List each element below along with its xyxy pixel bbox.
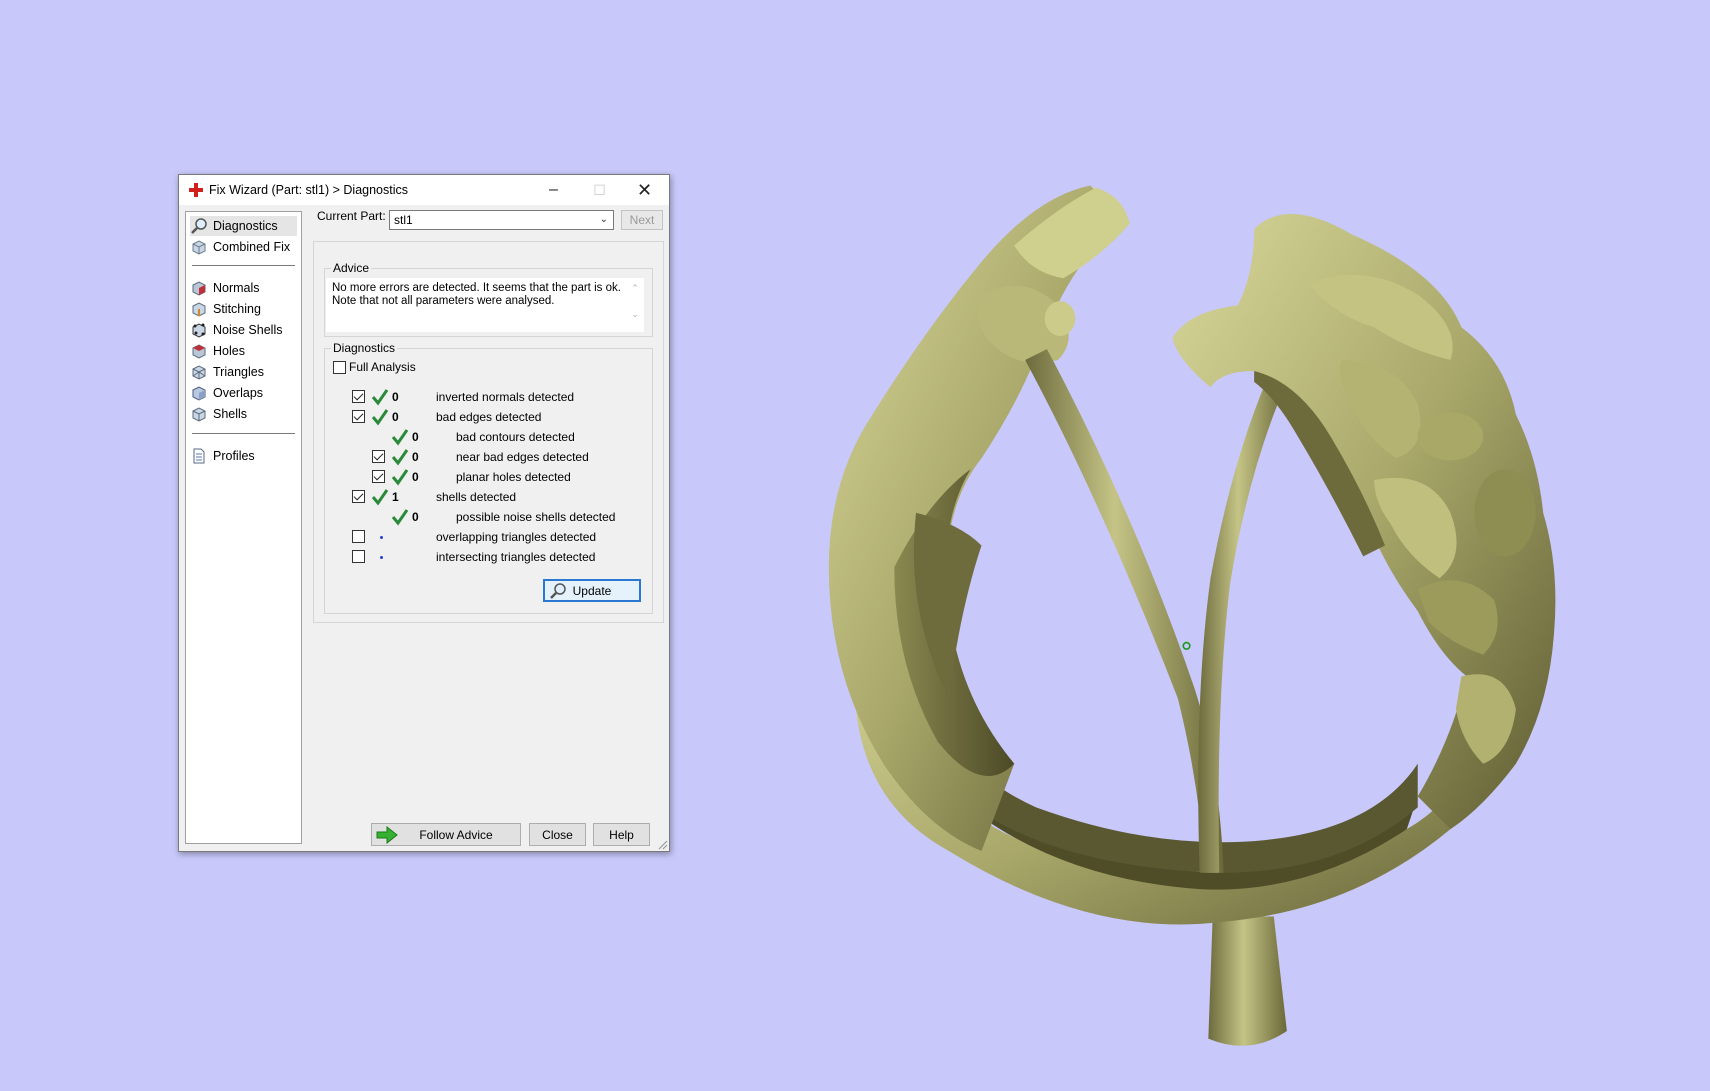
current-part-value: stl1	[394, 213, 413, 227]
check-mark-icon	[391, 509, 409, 526]
intersecting-triangles-checkbox[interactable]	[352, 550, 365, 563]
shells-cube-icon	[192, 407, 206, 422]
overlapping-triangles-label: overlapping triangles detected	[436, 530, 597, 544]
pending-dot-icon	[380, 556, 383, 559]
bad-edges-checkbox[interactable]	[352, 410, 365, 423]
advice-line-1: No more errors are detected. It seems th…	[332, 282, 621, 294]
red-cross-icon	[189, 183, 203, 197]
sidebar-item-label: Noise Shells	[213, 323, 283, 337]
sidebar-item-noise-shells[interactable]: Noise Shells	[190, 320, 282, 340]
near-bad-edges-label: near bad edges detected	[456, 450, 589, 464]
sidebar-item-triangles[interactable]: Triangles	[190, 362, 264, 382]
bad-contours-label: bad contours detected	[456, 430, 575, 444]
close-window-button[interactable]: ✕	[622, 175, 667, 205]
sidebar-item-label: Shells	[213, 407, 248, 421]
noise-shells-count: 0	[412, 510, 419, 524]
chevron-down-icon: ⌄	[599, 214, 608, 225]
check-mark-icon	[391, 449, 409, 466]
sidebar-separator	[192, 265, 295, 266]
shells-label: shells detected	[436, 490, 517, 504]
next-button[interactable]: Next	[621, 210, 663, 230]
sidebar-item-stitching[interactable]: Stitching	[190, 299, 261, 319]
check-mark-icon	[371, 409, 389, 426]
sidebar-item-diagnostics[interactable]: Diagnostics	[190, 216, 297, 236]
stitching-cube-icon	[192, 302, 206, 317]
current-part-label: Current Part:	[317, 209, 386, 223]
pending-dot-icon	[380, 536, 383, 539]
update-button[interactable]: Update	[543, 579, 641, 602]
check-mark-icon	[391, 429, 409, 446]
normals-cube-icon	[192, 281, 206, 296]
diagnostics-title: Diagnostics	[331, 341, 398, 355]
bad-edges-label: bad edges detected	[436, 410, 542, 424]
advice-text-box[interactable]: No more errors are detected. It seems th…	[326, 278, 644, 332]
sidebar-item-profiles[interactable]: Profiles	[190, 446, 255, 466]
wizard-sidebar: Diagnostics Combined Fix Normals Stitchi…	[185, 211, 302, 844]
minimize-button[interactable]: –	[531, 175, 576, 205]
sidebar-item-overlaps[interactable]: Overlaps	[190, 383, 263, 403]
bad-edges-count: 0	[392, 410, 399, 424]
advice-line-2: Note that not all parameters were analys…	[332, 295, 555, 307]
near-bad-edges-checkbox[interactable]	[372, 450, 385, 463]
maximize-button[interactable]: ☐	[577, 175, 622, 205]
full-analysis-checkbox[interactable]	[333, 361, 346, 374]
intersecting-triangles-label: intersecting triangles detected	[436, 550, 596, 564]
sidebar-item-combined-fix[interactable]: Combined Fix	[190, 237, 290, 257]
sidebar-item-label: Stitching	[213, 302, 261, 316]
planar-holes-label: planar holes detected	[456, 470, 571, 484]
advice-title: Advice	[331, 261, 372, 275]
inverted-normals-count: 0	[392, 390, 399, 404]
document-icon	[193, 448, 205, 464]
shells-checkbox[interactable]	[352, 490, 365, 503]
sidebar-item-label: Triangles	[213, 365, 264, 379]
check-mark-icon	[391, 469, 409, 486]
holes-cube-icon	[192, 344, 206, 359]
close-button[interactable]: Close	[529, 823, 586, 846]
update-label: Update	[572, 583, 612, 598]
sidebar-item-shells[interactable]: Shells	[190, 404, 247, 424]
follow-advice-label: Follow Advice	[419, 827, 493, 842]
advice-scrollbar[interactable]: ⌃ ⌄	[629, 282, 641, 328]
title-bar[interactable]: Fix Wizard (Part: stl1) > Diagnostics – …	[179, 175, 669, 205]
shells-count: 1	[392, 490, 399, 504]
inverted-normals-label: inverted normals detected	[436, 390, 575, 404]
bad-contours-count: 0	[412, 430, 419, 444]
planar-holes-count: 0	[412, 470, 419, 484]
fix-wizard-dialog: Fix Wizard (Part: stl1) > Diagnostics – …	[178, 174, 670, 852]
sidebar-item-label: Diagnostics	[213, 219, 278, 233]
triangles-cube-icon	[192, 365, 206, 380]
planar-holes-checkbox[interactable]	[372, 470, 385, 483]
green-arrow-icon	[376, 826, 398, 844]
current-part-select[interactable]: stl1 ⌄	[389, 210, 614, 230]
overlaps-cube-icon	[192, 386, 206, 401]
help-button[interactable]: Help	[593, 823, 650, 846]
sidebar-item-label: Overlaps	[213, 386, 264, 400]
full-analysis-label: Full Analysis	[349, 360, 416, 374]
resize-grip-icon[interactable]	[656, 838, 668, 850]
sidebar-item-label: Normals	[213, 281, 260, 295]
window-title: Fix Wizard (Part: stl1) > Diagnostics	[209, 183, 409, 197]
near-bad-edges-count: 0	[412, 450, 419, 464]
noise-shells-label: possible noise shells detected	[456, 510, 616, 524]
cube-icon	[192, 240, 206, 255]
sidebar-item-holes[interactable]: Holes	[190, 341, 245, 361]
check-mark-icon	[371, 389, 389, 406]
follow-advice-button[interactable]: Follow Advice	[371, 823, 521, 846]
sidebar-item-label: Profiles	[213, 449, 255, 463]
overlapping-triangles-checkbox[interactable]	[352, 530, 365, 543]
sidebar-item-label: Holes	[213, 344, 245, 358]
sidebar-item-normals[interactable]: Normals	[190, 278, 260, 298]
check-mark-icon	[371, 489, 389, 506]
inverted-normals-checkbox[interactable]	[352, 390, 365, 403]
sidebar-item-label: Combined Fix	[213, 240, 291, 254]
sidebar-separator	[192, 433, 295, 434]
magnifier-icon	[550, 583, 566, 599]
magnifier-icon	[191, 218, 207, 234]
noise-shells-icon	[192, 323, 206, 338]
